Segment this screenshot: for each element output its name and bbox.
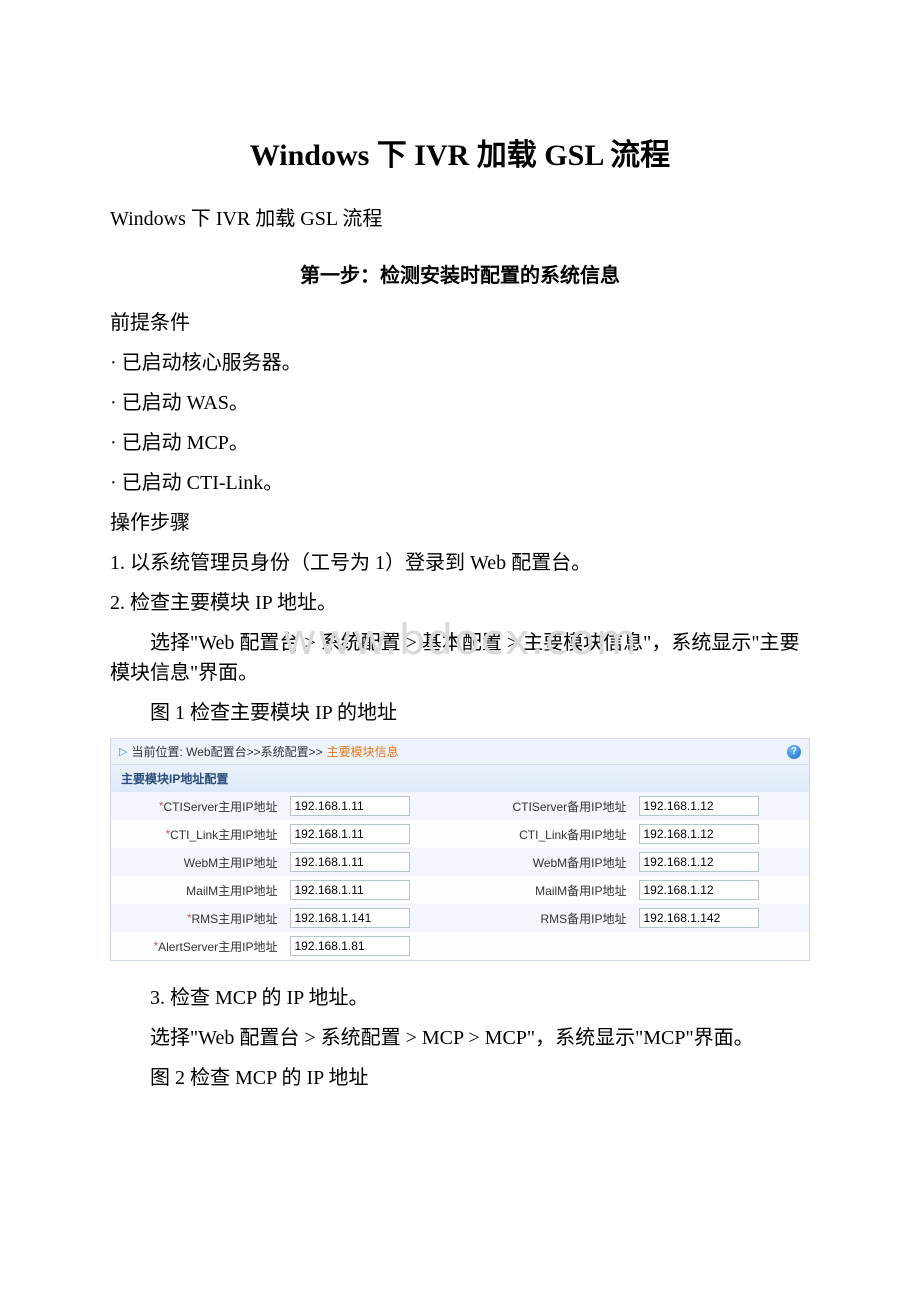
ip-address-field[interactable] <box>290 908 410 928</box>
ip-address-field[interactable] <box>290 796 410 816</box>
module-ip-config-panel: ▷ 当前位置: Web配置台>>系统配置>> 主要模块信息 ? 主要模块IP地址配… <box>110 738 810 961</box>
subtitle-text: Windows 下 IVR 加载 GSL 流程 <box>110 202 810 231</box>
config-row: *AlertServer主用IP地址 <box>111 932 809 960</box>
field-input-cell <box>286 820 461 848</box>
field-input-cell <box>635 932 810 960</box>
step1-heading: 第一步：检测安装时配置的系统信息 <box>110 259 810 288</box>
section-header: 主要模块IP地址配置 <box>111 765 809 792</box>
field-label: WebM备用IP地址 <box>460 848 635 876</box>
field-label: *CTI_Link主用IP地址 <box>111 820 286 848</box>
step-2-text: 2. 检查主要模块 IP 地址。 <box>110 588 810 618</box>
field-label: CTIServer备用IP地址 <box>460 792 635 820</box>
step-3-desc: 选择"Web 配置台 > 系统配置 > MCP > MCP"，系统显示"MCP"… <box>110 1023 810 1053</box>
page-title: Windows 下 IVR 加载 GSL 流程 <box>110 130 810 174</box>
ip-address-field[interactable] <box>290 936 410 956</box>
ip-address-field[interactable] <box>639 852 759 872</box>
field-label: MailM备用IP地址 <box>460 876 635 904</box>
precondition-item: · 已启动 MCP。 <box>110 428 810 458</box>
config-row: WebM主用IP地址 WebM备用IP地址 <box>111 848 809 876</box>
precondition-label: 前提条件 <box>110 308 810 338</box>
field-label-text: CTIServer备用IP地址 <box>512 798 626 815</box>
precondition-item: · 已启动核心服务器。 <box>110 348 810 378</box>
field-label: CTI_Link备用IP地址 <box>460 820 635 848</box>
field-label-text: CTIServer主用IP地址 <box>163 798 277 815</box>
field-input-cell <box>286 904 461 932</box>
fig1-caption: 图 1 检查主要模块 IP 的地址 <box>110 698 810 728</box>
ip-address-field[interactable] <box>639 824 759 844</box>
precondition-item: · 已启动 CTI-Link。 <box>110 468 810 498</box>
field-label <box>460 932 635 960</box>
field-label-text: MailM备用IP地址 <box>535 882 626 899</box>
field-label-text: WebM备用IP地址 <box>533 854 627 871</box>
field-label: WebM主用IP地址 <box>111 848 286 876</box>
field-label-text: MailM主用IP地址 <box>186 882 277 899</box>
breadcrumb-current[interactable]: 主要模块信息 <box>327 743 399 760</box>
field-label-text: RMS备用IP地址 <box>540 910 626 927</box>
config-row: *CTIServer主用IP地址 CTIServer备用IP地址 <box>111 792 809 820</box>
field-label-text: CTI_Link备用IP地址 <box>519 826 626 843</box>
field-input-cell <box>635 848 810 876</box>
field-input-cell <box>286 932 461 960</box>
field-input-cell <box>635 904 810 932</box>
config-row: MailM主用IP地址 MailM备用IP地址 <box>111 876 809 904</box>
field-label: *CTIServer主用IP地址 <box>111 792 286 820</box>
breadcrumb-arrow-icon: ▷ <box>119 745 127 758</box>
ip-address-field[interactable] <box>290 824 410 844</box>
breadcrumb: ▷ 当前位置: Web配置台>>系统配置>> 主要模块信息 ? <box>111 739 809 765</box>
field-input-cell <box>635 820 810 848</box>
field-label-text: CTI_Link主用IP地址 <box>170 826 277 843</box>
ip-address-field[interactable] <box>639 796 759 816</box>
ip-address-field[interactable] <box>290 880 410 900</box>
step-1-text: 1. 以系统管理员身份（工号为 1）登录到 Web 配置台。 <box>110 548 810 578</box>
field-input-cell <box>286 876 461 904</box>
field-label-text: RMS主用IP地址 <box>191 910 277 927</box>
ip-address-field[interactable] <box>639 880 759 900</box>
ip-address-field[interactable] <box>290 852 410 872</box>
field-label: *AlertServer主用IP地址 <box>111 932 286 960</box>
precondition-item: · 已启动 WAS。 <box>110 388 810 418</box>
step-2-desc: 选择"Web 配置台 > 系统配置 > 基本配置 > 主要模块信息"，系统显示"… <box>110 628 810 688</box>
field-input-cell <box>286 792 461 820</box>
field-label-text: AlertServer主用IP地址 <box>158 938 277 955</box>
step-3-text: 3. 检查 MCP 的 IP 地址。 <box>110 983 810 1013</box>
steps-label: 操作步骤 <box>110 508 810 538</box>
ip-address-field[interactable] <box>639 908 759 928</box>
field-label: RMS备用IP地址 <box>460 904 635 932</box>
field-input-cell <box>286 848 461 876</box>
config-row: *RMS主用IP地址 RMS备用IP地址 <box>111 904 809 932</box>
field-label: MailM主用IP地址 <box>111 876 286 904</box>
config-row: *CTI_Link主用IP地址 CTI_Link备用IP地址 <box>111 820 809 848</box>
help-icon[interactable]: ? <box>787 745 801 759</box>
field-label: *RMS主用IP地址 <box>111 904 286 932</box>
field-input-cell <box>635 876 810 904</box>
field-input-cell <box>635 792 810 820</box>
breadcrumb-prefix: 当前位置: Web配置台>>系统配置>> <box>131 743 322 760</box>
field-label-text: WebM主用IP地址 <box>184 854 278 871</box>
fig2-caption: 图 2 检查 MCP 的 IP 地址 <box>110 1063 810 1093</box>
